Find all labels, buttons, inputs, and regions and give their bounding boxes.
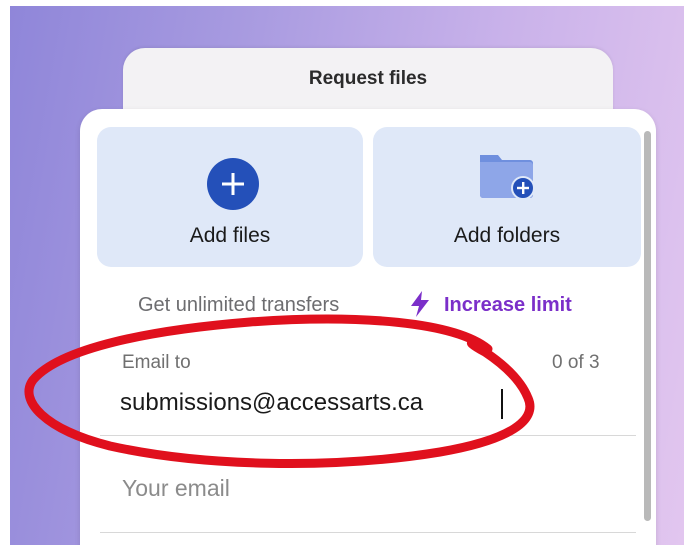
add-folders-label: Add folders: [453, 224, 561, 247]
scrollbar-thumb[interactable]: [644, 131, 651, 521]
your-email-divider: [100, 532, 636, 533]
transfer-card: Add files Add folders Get unlimited tran…: [80, 109, 656, 545]
panel-title: Request files: [308, 68, 428, 89]
lightning-bolt-icon: [411, 291, 429, 317]
add-folders-button[interactable]: Add folders: [373, 127, 641, 267]
email-to-input[interactable]: [120, 385, 590, 421]
text-caret: [501, 389, 503, 419]
recipient-counter: 0 of 3: [552, 352, 600, 373]
increase-limit-link[interactable]: Increase limit: [444, 294, 572, 317]
promo-text: Get unlimited transfers: [138, 294, 340, 316]
your-email-input[interactable]: [122, 470, 592, 506]
add-files-button[interactable]: Add files: [97, 127, 363, 267]
plus-circle-icon: [207, 158, 259, 210]
background: Request files Add files Add folders Get …: [10, 6, 684, 545]
folder-plus-icon: [480, 155, 535, 200]
add-files-label: Add files: [189, 224, 271, 247]
email-to-label: Email to: [122, 352, 191, 373]
email-to-divider: [100, 435, 636, 436]
